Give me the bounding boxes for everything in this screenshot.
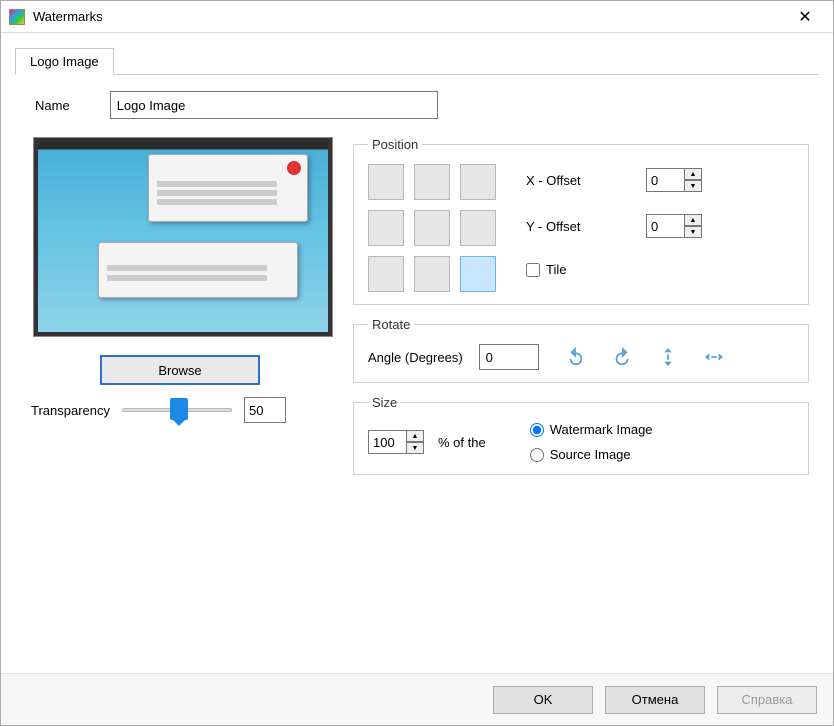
name-label: Name [35,98,70,113]
slider-thumb[interactable] [170,398,188,420]
watermarks-dialog: Watermarks ✕ Logo Image Name [0,0,834,726]
size-percent-label: % of the [438,435,486,450]
browse-button[interactable]: Browse [100,355,260,385]
pos-middle-left[interactable] [368,210,404,246]
position-legend: Position [368,137,422,152]
x-offset-down[interactable]: ▼ [684,180,702,192]
y-offset-down[interactable]: ▼ [684,226,702,238]
logo-preview [33,137,333,337]
tab-logo-image[interactable]: Logo Image [15,48,114,75]
pos-bottom-right[interactable] [460,256,496,292]
size-percent-input[interactable] [368,430,406,454]
position-group: Position [353,137,809,305]
button-bar: OK Отмена Справка [1,673,833,725]
pos-middle-right[interactable] [460,210,496,246]
preview-image [38,142,328,332]
pos-bottom-center[interactable] [414,256,450,292]
left-column: Browse Transparency [25,137,335,487]
right-column: Position [353,137,809,487]
angle-label: Angle (Degrees) [368,350,463,365]
pos-bottom-left[interactable] [368,256,404,292]
tile-checkbox[interactable] [526,263,540,277]
size-radio-watermark-label[interactable]: Watermark Image [530,422,653,437]
transparency-label: Transparency [31,403,110,418]
size-group: Size ▲ ▼ % of the [353,395,809,475]
titlebar: Watermarks ✕ [1,1,833,33]
help-button: Справка [717,686,817,714]
preview-window-1 [148,154,308,222]
size-radio-source[interactable] [530,448,544,462]
pos-middle-center[interactable] [414,210,450,246]
pos-top-left[interactable] [368,164,404,200]
pos-top-center[interactable] [414,164,450,200]
x-offset-input[interactable] [646,168,684,192]
y-offset-up[interactable]: ▲ [684,214,702,226]
flip-horizontal-icon[interactable] [701,344,727,370]
size-radio-watermark[interactable] [530,423,544,437]
rotate-group: Rotate Angle (Degrees) [353,317,809,383]
flip-vertical-icon[interactable] [655,344,681,370]
rotate-cw-icon[interactable] [609,344,635,370]
transparency-slider[interactable] [122,395,232,425]
y-offset-spinner[interactable]: ▲ ▼ [646,214,702,238]
transparency-row: Transparency [25,395,335,425]
x-offset-label: X - Offset [526,173,606,188]
angle-input[interactable] [479,344,539,370]
x-offset-up[interactable]: ▲ [684,168,702,180]
transparency-value[interactable] [244,397,286,423]
size-radio-watermark-text: Watermark Image [550,422,653,437]
name-row: Name [25,91,809,119]
tabpage: Name Browse Transparenc [15,75,819,497]
y-offset-input[interactable] [646,214,684,238]
x-offset-spinner[interactable]: ▲ ▼ [646,168,702,192]
preview-window-2 [98,242,298,298]
tabstrip: Logo Image [15,47,819,75]
window-title: Watermarks [33,9,785,24]
size-radio-source-label[interactable]: Source Image [530,447,653,462]
rotate-ccw-icon[interactable] [563,344,589,370]
close-icon[interactable]: ✕ [785,7,825,27]
pos-top-right[interactable] [460,164,496,200]
client-area: Logo Image Name Browse [1,33,833,673]
app-icon [9,9,25,25]
size-legend: Size [368,395,401,410]
position-grid [368,164,496,292]
name-input[interactable] [110,91,438,119]
size-percent-up[interactable]: ▲ [406,430,424,442]
size-percent-down[interactable]: ▼ [406,442,424,454]
size-percent-spinner[interactable]: ▲ ▼ [368,430,424,454]
y-offset-label: Y - Offset [526,219,606,234]
rotate-legend: Rotate [368,317,414,332]
cancel-button[interactable]: Отмена [605,686,705,714]
tile-label: Tile [546,262,566,277]
ok-button[interactable]: OK [493,686,593,714]
size-radio-source-text: Source Image [550,447,631,462]
